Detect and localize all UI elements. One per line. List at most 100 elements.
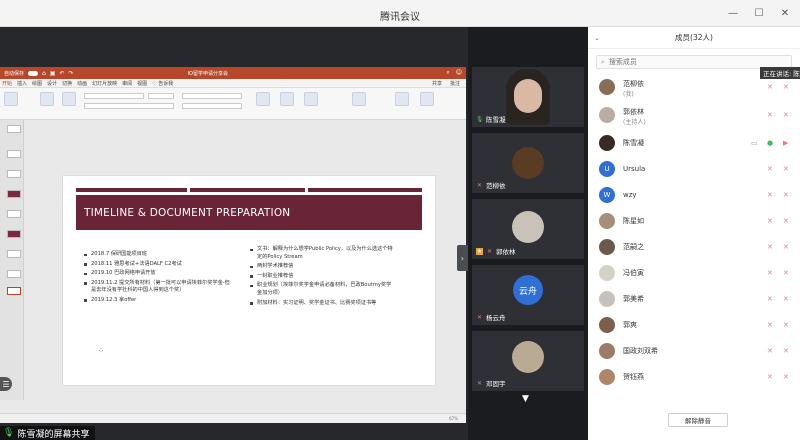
left-bullet-list: 2018.7 保研国能项目班 2018.11 雅思考试+法语DALF C2考试 … — [84, 251, 234, 307]
tab-tell-me[interactable]: ♡ 告诉我 — [152, 80, 173, 87]
paste-icon[interactable] — [4, 92, 18, 106]
tab-slideshow[interactable]: 幻灯片放映 — [92, 80, 117, 87]
font-select[interactable] — [84, 93, 144, 99]
video-off-icon[interactable]: ✕ — [783, 191, 789, 199]
slide-thumbnail[interactable] — [7, 150, 21, 158]
video-off-icon[interactable]: ✕ — [783, 347, 789, 355]
video-tile[interactable]: ✕ 邓固宇 — [472, 331, 584, 391]
scroll-down-icon[interactable]: ▼ — [522, 394, 529, 404]
video-name-label: ★ ✕ 郭依林 — [476, 246, 516, 256]
design-ideas-icon[interactable] — [420, 92, 434, 106]
video-tile[interactable]: 🎙 陈雪凝 — [472, 67, 584, 127]
slide-thumbnail[interactable] — [7, 270, 21, 278]
slide-thumbnail[interactable] — [7, 210, 21, 218]
designer-icon[interactable] — [395, 92, 409, 106]
video-on-icon[interactable]: ▶ — [783, 139, 788, 147]
convert-smartart-icon[interactable] — [256, 92, 270, 106]
layout-icon[interactable] — [62, 92, 76, 106]
video-tile[interactable]: ✕ 范柳依 — [472, 133, 584, 193]
autosave-toggle[interactable] — [28, 70, 39, 76]
tab-insert[interactable]: 插入 — [17, 80, 27, 87]
font-size-select[interactable] — [148, 93, 174, 99]
mic-muted-icon[interactable]: ✕ — [767, 295, 773, 303]
chevron-down-icon[interactable]: ⌄ — [594, 34, 600, 42]
list-item[interactable]: 郭美希 ✕ ✕ — [588, 287, 800, 311]
new-slide-icon[interactable] — [40, 92, 54, 106]
shapes-icon[interactable] — [304, 92, 318, 106]
tab-draw[interactable]: 绘图 — [32, 80, 42, 87]
list-item[interactable]: W wzy ✕ ✕ — [588, 183, 800, 207]
video-off-icon[interactable]: ✕ — [783, 295, 789, 303]
minimize-icon[interactable]: — — [726, 6, 740, 20]
avatar: U — [599, 161, 615, 177]
slide-thumbnail[interactable] — [7, 125, 21, 133]
mic-muted-icon[interactable]: ✕ — [767, 191, 773, 199]
slide-thumbnail[interactable] — [7, 230, 21, 238]
mic-muted-icon[interactable]: ✕ — [767, 269, 773, 277]
video-off-icon[interactable]: ✕ — [783, 269, 789, 277]
mic-muted-icon[interactable]: ✕ — [767, 83, 773, 91]
member-search-input[interactable] — [608, 58, 729, 66]
mic-muted-icon[interactable]: ✕ — [767, 243, 773, 251]
video-tile[interactable]: ★ ✕ 郭依林 — [472, 199, 584, 259]
video-off-icon[interactable]: ✕ — [783, 373, 789, 381]
tab-view[interactable]: 视图 — [137, 80, 147, 87]
home-icon[interactable]: ⌂ — [42, 70, 46, 77]
align-row[interactable] — [182, 103, 242, 109]
member-name: 郭美希 — [623, 295, 644, 303]
list-item[interactable]: 郭爽 ✕ ✕ — [588, 313, 800, 337]
list-item[interactable]: 国政刘双希 ✕ ✕ — [588, 339, 800, 363]
redo-icon[interactable]: ↷ — [69, 70, 74, 77]
tab-review[interactable]: 审阅 — [122, 80, 132, 87]
close-icon[interactable]: ✕ — [778, 6, 792, 20]
slide-thumbnail[interactable] — [7, 250, 21, 258]
slide-thumbnail[interactable] — [7, 170, 21, 178]
ppt-user-icon[interactable]: ☺ — [456, 69, 462, 77]
list-item[interactable]: 贺钰燕 ✕ ✕ — [588, 365, 800, 389]
tab-home[interactable]: 开始 — [2, 80, 12, 87]
sharer-name: 陈雪凝的屏幕共享 — [17, 429, 90, 440]
mic-muted-icon[interactable]: ✕ — [767, 217, 773, 225]
list-item[interactable]: 郭依林 (主持人) ✕ ✕ — [588, 103, 800, 127]
mic-muted-icon[interactable]: ✕ — [767, 373, 773, 381]
mic-muted-icon[interactable]: ✕ — [767, 347, 773, 355]
video-off-icon[interactable]: ✕ — [783, 83, 789, 91]
maximize-icon[interactable]: ☐ — [752, 6, 766, 20]
collapse-video-panel-button[interactable]: › — [457, 245, 468, 271]
ppt-comments-button[interactable]: 批注 — [450, 80, 460, 87]
list-item: 职业规划（埃菲尔奖学金申请必备材料，巴政Boutmy奖学金加分项） — [250, 282, 395, 297]
list-item[interactable]: 范柳依 (我) ✕ ✕ — [588, 75, 800, 99]
list-item[interactable]: 范嗣之 ✕ ✕ — [588, 235, 800, 259]
tab-design[interactable]: 设计 — [47, 80, 57, 87]
video-off-icon[interactable]: ✕ — [783, 321, 789, 329]
video-off-icon[interactable]: ✕ — [783, 217, 789, 225]
slide-thumbnail-selected[interactable] — [7, 287, 21, 295]
video-off-icon[interactable]: ✕ — [783, 243, 789, 251]
video-off-icon[interactable]: ✕ — [783, 111, 789, 119]
screen-share-label: 🎙 陈雪凝的屏幕共享 — [0, 426, 96, 440]
font-format-row[interactable] — [84, 103, 174, 109]
list-item[interactable]: 陈星如 ✕ ✕ — [588, 209, 800, 233]
tab-animations[interactable]: 动画 — [77, 80, 87, 87]
member-name: Ursula — [623, 165, 646, 173]
slide-thumbnail[interactable] — [7, 190, 21, 198]
save-icon[interactable]: ▣ — [50, 70, 56, 77]
picture-icon[interactable] — [280, 92, 294, 106]
ppt-search-icon[interactable]: ⌕ — [446, 69, 449, 77]
mic-muted-icon[interactable]: ✕ — [767, 111, 773, 119]
mic-active-icon[interactable]: ● — [767, 139, 773, 147]
mic-muted-icon[interactable]: ✕ — [767, 321, 773, 329]
list-item[interactable]: U Ursula ✕ ✕ — [588, 157, 800, 181]
tab-transitions[interactable]: 切换 — [62, 80, 72, 87]
paragraph-row[interactable] — [182, 93, 242, 99]
unmute-all-button[interactable]: 解除静音 — [668, 413, 728, 427]
list-item[interactable]: 冯伯寅 ✕ ✕ — [588, 261, 800, 285]
list-item[interactable]: 陈雪凝 ▭ ● ▶ — [588, 131, 800, 155]
video-off-icon[interactable]: ✕ — [783, 165, 789, 173]
arrange-icon[interactable] — [352, 92, 366, 106]
undo-icon[interactable]: ↶ — [60, 70, 65, 77]
shared-screen: 自动保存 ⌂ ▣ ↶ ↷ IO留学申请分享会 ⌕ ☺ 开始 插入 绘图 设计 切… — [0, 27, 468, 440]
video-tile[interactable]: 云舟 ✕ 杨云舟 — [472, 265, 584, 325]
mic-muted-icon[interactable]: ✕ — [767, 165, 773, 173]
ppt-share-button[interactable]: 共享 — [432, 80, 442, 87]
